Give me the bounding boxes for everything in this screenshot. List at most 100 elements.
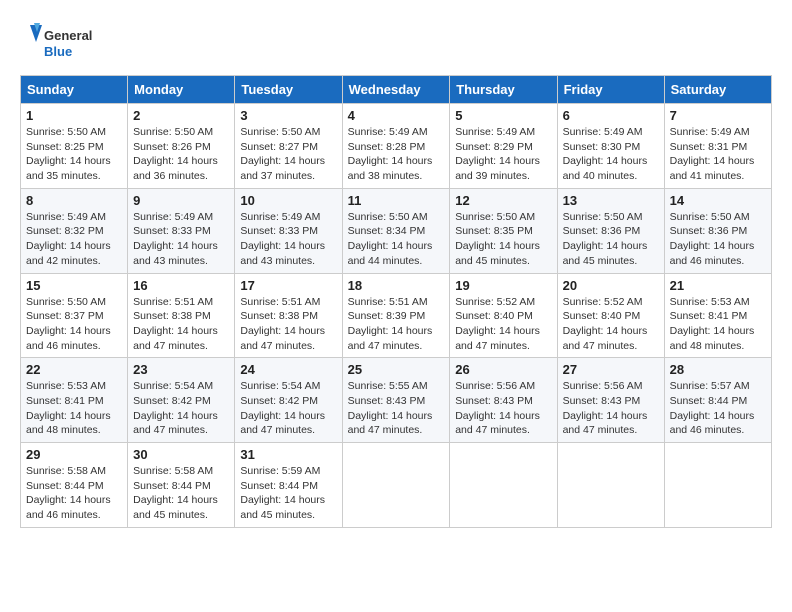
- calendar-week-1: 1Sunrise: 5:50 AM Sunset: 8:25 PM Daylig…: [21, 104, 772, 189]
- day-number: 3: [240, 108, 336, 123]
- day-number: 15: [26, 278, 122, 293]
- day-info: Sunrise: 5:51 AM Sunset: 8:38 PM Dayligh…: [133, 295, 229, 354]
- weekday-header-sunday: Sunday: [21, 76, 128, 104]
- day-number: 10: [240, 193, 336, 208]
- day-info: Sunrise: 5:50 AM Sunset: 8:37 PM Dayligh…: [26, 295, 122, 354]
- day-number: 28: [670, 362, 766, 377]
- weekday-header-row: SundayMondayTuesdayWednesdayThursdayFrid…: [21, 76, 772, 104]
- day-info: Sunrise: 5:58 AM Sunset: 8:44 PM Dayligh…: [26, 464, 122, 523]
- calendar-day-30: 30 Sunrise: 5:58 AM Sunset: 8:44 PM Dayli…: [128, 443, 235, 528]
- calendar-week-2: 8Sunrise: 5:49 AM Sunset: 8:32 PM Daylig…: [21, 188, 772, 273]
- day-info: Sunrise: 5:49 AM Sunset: 8:31 PM Dayligh…: [670, 125, 766, 184]
- day-number: 8: [26, 193, 122, 208]
- day-number: 6: [563, 108, 659, 123]
- calendar-day-4: 4 Sunrise: 5:49 AM Sunset: 8:28 PM Daylig…: [342, 104, 450, 189]
- day-number: 30: [133, 447, 229, 462]
- calendar-day-28: 28 Sunrise: 5:57 AM Sunset: 8:44 PM Dayli…: [664, 358, 771, 443]
- calendar-day-27: 27Sunrise: 5:56 AM Sunset: 8:43 PM Dayli…: [557, 358, 664, 443]
- calendar-day-18: 18Sunrise: 5:51 AM Sunset: 8:39 PM Dayli…: [342, 273, 450, 358]
- weekday-header-wednesday: Wednesday: [342, 76, 450, 104]
- day-info: Sunrise: 5:53 AM Sunset: 8:41 PM Dayligh…: [26, 379, 122, 438]
- day-info: Sunrise: 5:54 AM Sunset: 8:42 PM Dayligh…: [240, 379, 336, 438]
- day-number: 5: [455, 108, 551, 123]
- day-number: 9: [133, 193, 229, 208]
- calendar-day-23: 23Sunrise: 5:54 AM Sunset: 8:42 PM Dayli…: [128, 358, 235, 443]
- empty-cell: [342, 443, 450, 528]
- calendar-day-7: 7Sunrise: 5:49 AM Sunset: 8:31 PM Daylig…: [664, 104, 771, 189]
- logo: General Blue: [20, 20, 100, 65]
- calendar-day-26: 26Sunrise: 5:56 AM Sunset: 8:43 PM Dayli…: [450, 358, 557, 443]
- day-number: 13: [563, 193, 659, 208]
- day-info: Sunrise: 5:59 AM Sunset: 8:44 PM Dayligh…: [240, 464, 336, 523]
- day-info: Sunrise: 5:50 AM Sunset: 8:27 PM Dayligh…: [240, 125, 336, 184]
- day-number: 31: [240, 447, 336, 462]
- calendar-body: 1Sunrise: 5:50 AM Sunset: 8:25 PM Daylig…: [21, 104, 772, 528]
- calendar-week-5: 29 Sunrise: 5:58 AM Sunset: 8:44 PM Dayli…: [21, 443, 772, 528]
- weekday-header-friday: Friday: [557, 76, 664, 104]
- calendar-day-6: 6 Sunrise: 5:49 AM Sunset: 8:30 PM Daylig…: [557, 104, 664, 189]
- calendar-day-3: 3 Sunrise: 5:50 AM Sunset: 8:27 PM Daylig…: [235, 104, 342, 189]
- day-number: 12: [455, 193, 551, 208]
- day-info: Sunrise: 5:49 AM Sunset: 8:33 PM Dayligh…: [240, 210, 336, 269]
- calendar-day-9: 9 Sunrise: 5:49 AM Sunset: 8:33 PM Daylig…: [128, 188, 235, 273]
- day-info: Sunrise: 5:49 AM Sunset: 8:33 PM Dayligh…: [133, 210, 229, 269]
- day-info: Sunrise: 5:56 AM Sunset: 8:43 PM Dayligh…: [563, 379, 659, 438]
- day-info: Sunrise: 5:49 AM Sunset: 8:30 PM Dayligh…: [563, 125, 659, 184]
- day-number: 29: [26, 447, 122, 462]
- calendar-day-10: 10 Sunrise: 5:49 AM Sunset: 8:33 PM Dayli…: [235, 188, 342, 273]
- day-info: Sunrise: 5:49 AM Sunset: 8:28 PM Dayligh…: [348, 125, 445, 184]
- day-info: Sunrise: 5:55 AM Sunset: 8:43 PM Dayligh…: [348, 379, 445, 438]
- day-number: 4: [348, 108, 445, 123]
- calendar-week-3: 15 Sunrise: 5:50 AM Sunset: 8:37 PM Dayli…: [21, 273, 772, 358]
- calendar-day-5: 5Sunrise: 5:49 AM Sunset: 8:29 PM Daylig…: [450, 104, 557, 189]
- day-number: 18: [348, 278, 445, 293]
- weekday-header-thursday: Thursday: [450, 76, 557, 104]
- day-info: Sunrise: 5:58 AM Sunset: 8:44 PM Dayligh…: [133, 464, 229, 523]
- calendar-day-17: 17Sunrise: 5:51 AM Sunset: 8:38 PM Dayli…: [235, 273, 342, 358]
- calendar-day-1: 1Sunrise: 5:50 AM Sunset: 8:25 PM Daylig…: [21, 104, 128, 189]
- day-number: 22: [26, 362, 122, 377]
- day-info: Sunrise: 5:50 AM Sunset: 8:26 PM Dayligh…: [133, 125, 229, 184]
- weekday-header-monday: Monday: [128, 76, 235, 104]
- day-info: Sunrise: 5:50 AM Sunset: 8:36 PM Dayligh…: [670, 210, 766, 269]
- empty-cell: [557, 443, 664, 528]
- weekday-header-saturday: Saturday: [664, 76, 771, 104]
- calendar-day-11: 11 Sunrise: 5:50 AM Sunset: 8:34 PM Dayli…: [342, 188, 450, 273]
- calendar-day-12: 12 Sunrise: 5:50 AM Sunset: 8:35 PM Dayli…: [450, 188, 557, 273]
- day-number: 25: [348, 362, 445, 377]
- calendar-day-15: 15 Sunrise: 5:50 AM Sunset: 8:37 PM Dayli…: [21, 273, 128, 358]
- calendar-day-14: 14 Sunrise: 5:50 AM Sunset: 8:36 PM Dayli…: [664, 188, 771, 273]
- day-info: Sunrise: 5:50 AM Sunset: 8:34 PM Dayligh…: [348, 210, 445, 269]
- day-info: Sunrise: 5:56 AM Sunset: 8:43 PM Dayligh…: [455, 379, 551, 438]
- weekday-header-tuesday: Tuesday: [235, 76, 342, 104]
- day-info: Sunrise: 5:52 AM Sunset: 8:40 PM Dayligh…: [563, 295, 659, 354]
- calendar-day-13: 13Sunrise: 5:50 AM Sunset: 8:36 PM Dayli…: [557, 188, 664, 273]
- calendar-day-16: 16 Sunrise: 5:51 AM Sunset: 8:38 PM Dayli…: [128, 273, 235, 358]
- calendar-table: SundayMondayTuesdayWednesdayThursdayFrid…: [20, 75, 772, 528]
- day-number: 14: [670, 193, 766, 208]
- day-info: Sunrise: 5:50 AM Sunset: 8:25 PM Dayligh…: [26, 125, 122, 184]
- day-number: 24: [240, 362, 336, 377]
- calendar-week-4: 22 Sunrise: 5:53 AM Sunset: 8:41 PM Dayli…: [21, 358, 772, 443]
- calendar-day-21: 21Sunrise: 5:53 AM Sunset: 8:41 PM Dayli…: [664, 273, 771, 358]
- day-info: Sunrise: 5:51 AM Sunset: 8:38 PM Dayligh…: [240, 295, 336, 354]
- day-number: 11: [348, 193, 445, 208]
- calendar-day-2: 2Sunrise: 5:50 AM Sunset: 8:26 PM Daylig…: [128, 104, 235, 189]
- day-info: Sunrise: 5:52 AM Sunset: 8:40 PM Dayligh…: [455, 295, 551, 354]
- svg-text:General: General: [44, 28, 92, 43]
- day-number: 20: [563, 278, 659, 293]
- day-info: Sunrise: 5:53 AM Sunset: 8:41 PM Dayligh…: [670, 295, 766, 354]
- svg-text:Blue: Blue: [44, 44, 72, 59]
- day-number: 16: [133, 278, 229, 293]
- calendar-day-22: 22 Sunrise: 5:53 AM Sunset: 8:41 PM Dayli…: [21, 358, 128, 443]
- day-number: 19: [455, 278, 551, 293]
- day-info: Sunrise: 5:57 AM Sunset: 8:44 PM Dayligh…: [670, 379, 766, 438]
- day-info: Sunrise: 5:50 AM Sunset: 8:35 PM Dayligh…: [455, 210, 551, 269]
- day-info: Sunrise: 5:54 AM Sunset: 8:42 PM Dayligh…: [133, 379, 229, 438]
- logo-svg: General Blue: [20, 20, 100, 65]
- calendar-day-20: 20 Sunrise: 5:52 AM Sunset: 8:40 PM Dayli…: [557, 273, 664, 358]
- calendar-day-8: 8Sunrise: 5:49 AM Sunset: 8:32 PM Daylig…: [21, 188, 128, 273]
- calendar-day-25: 25 Sunrise: 5:55 AM Sunset: 8:43 PM Dayli…: [342, 358, 450, 443]
- calendar-day-29: 29 Sunrise: 5:58 AM Sunset: 8:44 PM Dayli…: [21, 443, 128, 528]
- empty-cell: [450, 443, 557, 528]
